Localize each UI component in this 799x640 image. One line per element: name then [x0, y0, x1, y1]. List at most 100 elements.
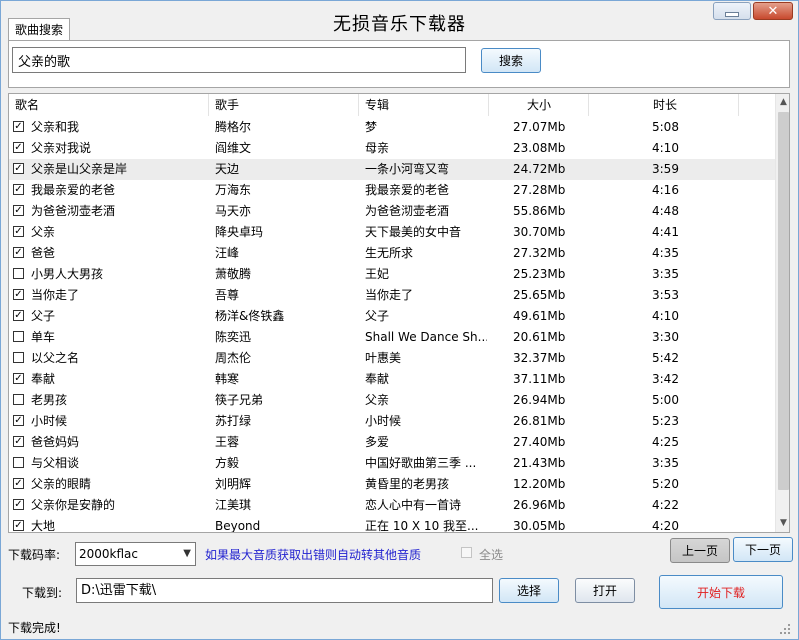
table-row[interactable]: 单车 陈奕迅 Shall We Dance Sh... 20.61Mb 3:30	[9, 327, 775, 348]
row-checkbox[interactable]: ✓	[13, 373, 24, 384]
bitrate-value: 2000kflac	[79, 547, 138, 561]
song-duration: 4:35	[652, 246, 679, 260]
table-row[interactable]: ✓ 父子 杨洋&佟铁鑫 父子 49.61Mb 4:10	[9, 306, 775, 327]
bitrate-label: 下载码率:	[8, 548, 61, 562]
row-checkbox[interactable]: ✓	[13, 415, 24, 426]
column-header-size[interactable]: 大小	[489, 94, 589, 116]
column-header-duration[interactable]: 时长	[589, 94, 739, 116]
search-button[interactable]: 搜索	[481, 48, 541, 73]
scroll-up-icon[interactable]: ▲	[776, 95, 789, 110]
row-checkbox[interactable]: ✓	[13, 121, 24, 132]
song-artist: 韩寒	[215, 372, 240, 386]
row-checkbox[interactable]	[13, 457, 24, 468]
tab-song-search[interactable]: 歌曲搜索	[8, 18, 70, 40]
table-row[interactable]: 老男孩 筷子兄弟 父亲 26.94Mb 5:00	[9, 390, 775, 411]
song-album: 生无所求	[365, 246, 414, 260]
song-album: 奉献	[365, 372, 390, 386]
column-header-album[interactable]: 专辑	[359, 94, 489, 116]
table-row[interactable]: 小男人大男孩 萧敬腾 王妃 25.23Mb 3:35	[9, 264, 775, 285]
table-row[interactable]: ✓ 为爸爸沏壶老酒 马天亦 为爸爸沏壶老酒 55.86Mb 4:48	[9, 201, 775, 222]
song-size: 27.40Mb	[513, 435, 566, 449]
song-artist: 天边	[215, 162, 240, 176]
row-checkbox[interactable]	[13, 352, 24, 363]
select-all-checkbox[interactable]	[461, 547, 472, 558]
song-artist: 周杰伦	[215, 351, 252, 365]
open-folder-button[interactable]: 打开	[575, 578, 635, 603]
next-page-button[interactable]: 下一页	[733, 537, 793, 562]
table-row[interactable]: ✓ 父亲你是安静的 江美琪 恋人心中有一首诗 26.96Mb 4:22	[9, 495, 775, 516]
row-checkbox[interactable]	[13, 394, 24, 405]
row-checkbox[interactable]: ✓	[13, 478, 24, 489]
table-row[interactable]: ✓ 父亲的眼睛 刘明辉 黄昏里的老男孩 12.20Mb 5:20	[9, 474, 775, 495]
song-artist: 陈奕迅	[215, 330, 252, 344]
song-size: 12.20Mb	[513, 477, 566, 491]
song-album: 父子	[365, 309, 390, 323]
song-artist: 王蓉	[215, 435, 240, 449]
row-checkbox[interactable]: ✓	[13, 520, 24, 531]
choose-folder-button[interactable]: 选择	[499, 578, 559, 603]
column-header-artist[interactable]: 歌手	[209, 94, 359, 116]
row-checkbox[interactable]: ✓	[13, 289, 24, 300]
song-size: 21.43Mb	[513, 456, 566, 470]
vertical-scrollbar[interactable]: ▲ ▼	[775, 94, 789, 532]
close-icon: ✕	[767, 3, 779, 19]
song-size: 25.23Mb	[513, 267, 566, 281]
minimize-button[interactable]	[713, 2, 751, 20]
scroll-down-icon[interactable]: ▼	[776, 516, 789, 531]
song-album: 梦	[365, 120, 378, 134]
table-row[interactable]: ✓ 父亲对我说 阎维文 母亲 23.08Mb 4:10	[9, 138, 775, 159]
song-size: 27.28Mb	[513, 183, 566, 197]
close-button[interactable]: ✕	[753, 2, 793, 20]
quality-fallback-note: 如果最大音质获取出错则自动转其他音质	[205, 548, 422, 562]
table-row[interactable]: ✓ 爸爸 汪峰 生无所求 27.32Mb 4:35	[9, 243, 775, 264]
row-checkbox[interactable]: ✓	[13, 226, 24, 237]
song-title: 父亲对我说	[31, 141, 92, 155]
table-row[interactable]: ✓ 爸爸妈妈 王蓉 多爱 27.40Mb 4:25	[9, 432, 775, 453]
bitrate-select[interactable]: 2000kflac ▼	[75, 542, 196, 566]
search-input[interactable]	[12, 47, 466, 73]
row-checkbox[interactable]: ✓	[13, 499, 24, 510]
column-header-title[interactable]: 歌名	[9, 94, 209, 116]
song-size: 20.61Mb	[513, 330, 566, 344]
row-checkbox[interactable]	[13, 268, 24, 279]
row-checkbox[interactable]: ✓	[13, 205, 24, 216]
prev-page-button[interactable]: 上一页	[670, 538, 730, 563]
resize-grip-icon[interactable]	[778, 622, 792, 636]
song-artist: 萧敬腾	[215, 267, 252, 281]
song-duration: 4:16	[652, 183, 679, 197]
save-to-label: 下载到:	[22, 586, 63, 600]
song-album: 我最亲爱的老爸	[365, 183, 450, 197]
song-duration: 3:35	[652, 267, 679, 281]
start-download-button[interactable]: 开始下载	[659, 575, 783, 609]
song-duration: 5:42	[652, 351, 679, 365]
song-artist: 刘明辉	[215, 477, 252, 491]
scroll-thumb[interactable]	[778, 112, 789, 490]
save-path-field[interactable]: D:\迅雷下载\	[76, 578, 493, 603]
table-row[interactable]: ✓ 父亲是山父亲是岸 天边 一条小河弯又弯 24.72Mb 3:59	[9, 159, 775, 180]
table-row[interactable]: 以父之名 周杰伦 叶惠美 32.37Mb 5:42	[9, 348, 775, 369]
song-list[interactable]: 歌名 歌手 专辑 大小 时长 ✓ 父亲和我 腾格尔 梦 27.07Mb 5:08 ✓ 父亲对我…	[8, 93, 790, 533]
song-artist: 万海东	[215, 183, 252, 197]
song-album: 当你走了	[365, 288, 414, 302]
row-checkbox[interactable]	[13, 331, 24, 342]
table-row[interactable]: 与父相谈 方毅 中国好歌曲第三季 ... 21.43Mb 3:35	[9, 453, 775, 474]
tab-label: 歌曲搜索	[14, 23, 63, 37]
table-row[interactable]: ✓ 小时候 苏打绿 小时候 26.81Mb 5:23	[9, 411, 775, 432]
row-checkbox[interactable]: ✓	[13, 163, 24, 174]
song-size: 27.07Mb	[513, 120, 566, 134]
row-checkbox[interactable]: ✓	[13, 142, 24, 153]
song-duration: 3:53	[652, 288, 679, 302]
select-all-label: 全选	[479, 548, 504, 562]
row-checkbox[interactable]: ✓	[13, 310, 24, 321]
table-row[interactable]: ✓ 我最亲爱的老爸 万海东 我最亲爱的老爸 27.28Mb 4:16	[9, 180, 775, 201]
row-checkbox[interactable]: ✓	[13, 247, 24, 258]
table-row[interactable]: ✓ 奉献 韩寒 奉献 37.11Mb 3:42	[9, 369, 775, 390]
table-row[interactable]: ✓ 大地 Beyond 正在 10 X 10 我至... 30.05Mb 4:20	[9, 516, 775, 532]
row-checkbox[interactable]: ✓	[13, 436, 24, 447]
row-checkbox[interactable]: ✓	[13, 184, 24, 195]
song-duration: 4:41	[652, 225, 679, 239]
table-row[interactable]: ✓ 当你走了 吾尊 当你走了 25.65Mb 3:53	[9, 285, 775, 306]
table-row[interactable]: ✓ 父亲和我 腾格尔 梦 27.07Mb 5:08	[9, 117, 775, 138]
table-row[interactable]: ✓ 父亲 降央卓玛 天下最美的女中音 30.70Mb 4:41	[9, 222, 775, 243]
song-duration: 5:20	[652, 477, 679, 491]
